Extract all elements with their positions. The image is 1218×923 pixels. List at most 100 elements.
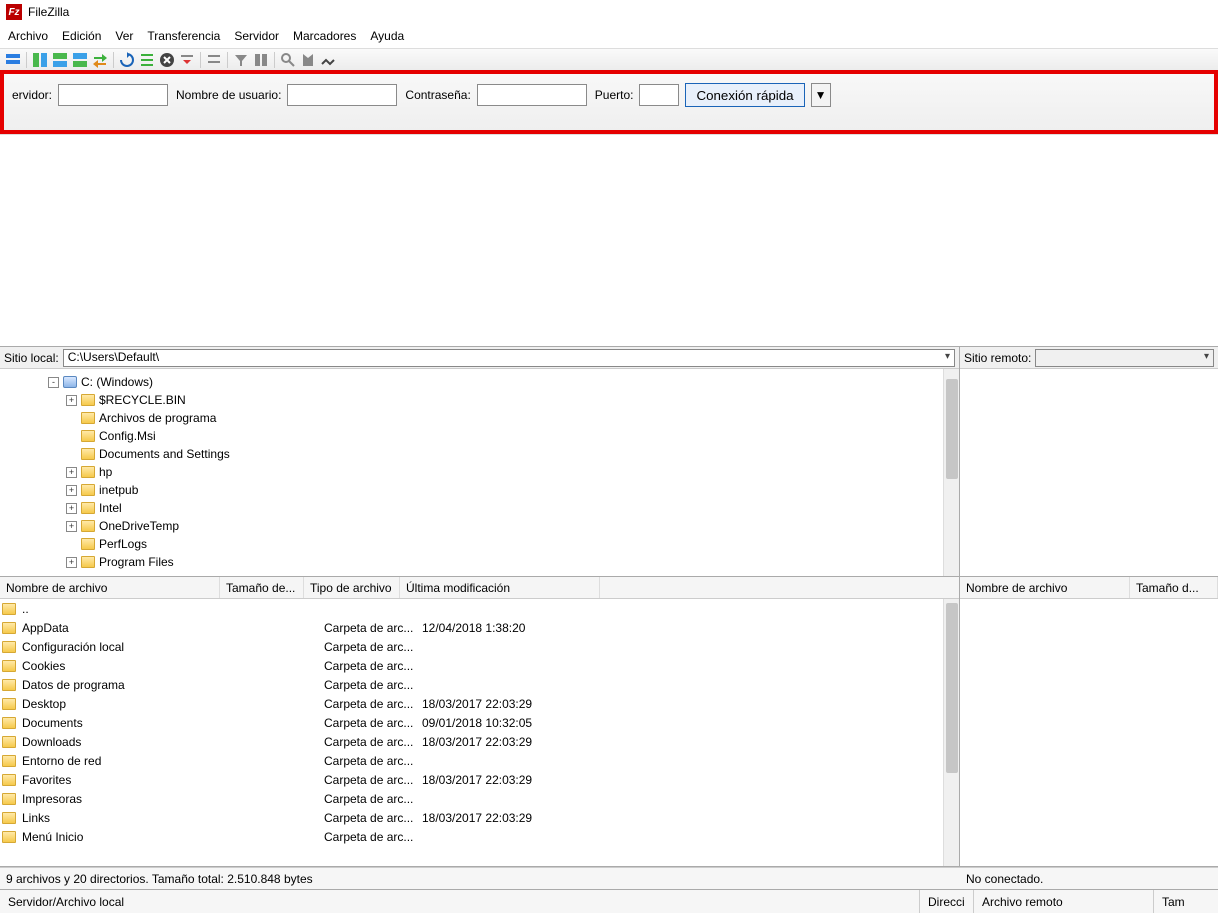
tree-node[interactable]: Config.Msi [10,427,959,445]
file-name: Documents [22,716,236,730]
footer-remote-file[interactable]: Archivo remoto [974,890,1154,913]
tree-toggle-icon[interactable]: + [66,467,77,478]
file-row[interactable]: CookiesCarpeta de arc... [0,656,959,675]
col-filetype[interactable]: Tipo de archivo [304,577,400,598]
compare-icon[interactable] [252,51,270,69]
cancel-icon[interactable] [158,51,176,69]
folder-icon [81,394,95,406]
footer-size[interactable]: Tam [1154,890,1218,913]
menu-edicion[interactable]: Edición [62,29,101,43]
tree-node[interactable]: +Program Files [10,553,959,571]
file-row[interactable]: Configuración localCarpeta de arc... [0,637,959,656]
sync-arrows-icon[interactable] [91,51,109,69]
file-name: Configuración local [22,640,236,654]
file-row[interactable]: .. [0,599,959,618]
file-row[interactable]: ImpresorasCarpeta de arc... [0,789,959,808]
file-row[interactable]: DesktopCarpeta de arc...18/03/2017 22:03… [0,694,959,713]
folder-icon [2,679,16,691]
remote-tree[interactable] [960,369,1218,576]
password-input[interactable] [477,84,587,106]
file-row[interactable]: Datos de programaCarpeta de arc... [0,675,959,694]
folder-icon [81,520,95,532]
folder-icon [81,538,95,550]
refresh-icon[interactable] [118,51,136,69]
local-tree[interactable]: -C: (Windows) + $RECYCLE.BIN Archivos de pr… [0,369,959,576]
tree-node[interactable]: +hp [10,463,959,481]
tree-node[interactable]: PerfLogs [10,535,959,553]
file-row[interactable]: DocumentsCarpeta de arc...09/01/2018 10:… [0,713,959,732]
toolbar-separator [26,52,27,68]
tree-toggle-icon[interactable]: + [66,485,77,496]
remote-path-combo[interactable] [1035,349,1214,367]
tree-node[interactable]: Documents and Settings [10,445,959,463]
app-logo-icon: Fz [6,4,22,20]
tree-node[interactable]: +Intel [10,499,959,517]
file-modified: 18/03/2017 22:03:29 [422,735,622,749]
tree-node[interactable]: +OneDriveTemp [10,517,959,535]
tree-toggle-icon[interactable]: + [66,557,77,568]
search-icon[interactable] [279,51,297,69]
col-remote-filesize[interactable]: Tamaño d... [1130,577,1218,598]
bookmark-icon[interactable] [299,51,317,69]
port-input[interactable] [639,84,679,106]
toggle-tree-icon[interactable] [51,51,69,69]
file-name: Desktop [22,697,236,711]
file-row[interactable]: Entorno de redCarpeta de arc... [0,751,959,770]
toolbar-separator [274,52,275,68]
tree-toggle-icon[interactable]: - [48,377,59,388]
disconnect-icon[interactable] [178,51,196,69]
file-row[interactable]: AppDataCarpeta de arc...12/04/2018 1:38:… [0,618,959,637]
folder-icon [2,622,16,634]
file-row[interactable]: DownloadsCarpeta de arc...18/03/2017 22:… [0,732,959,751]
menu-transferencia[interactable]: Transferencia [147,29,220,43]
toggle-queue-icon[interactable] [71,51,89,69]
menu-ayuda[interactable]: Ayuda [370,29,404,43]
tree-toggle-icon[interactable]: + [66,503,77,514]
file-row[interactable]: FavoritesCarpeta de arc...18/03/2017 22:… [0,770,959,789]
file-type: Carpeta de arc... [324,697,420,711]
local-list-scrollbar[interactable] [943,599,959,866]
quickconnect-dropdown[interactable]: ▼ [811,83,831,107]
site-manager-icon[interactable] [4,51,22,69]
local-tree-scrollbar[interactable] [943,369,959,576]
host-input[interactable] [58,84,168,106]
tree-label: $RECYCLE.BIN [99,393,186,407]
remote-file-rows[interactable] [960,599,1218,866]
col-remote-filename[interactable]: Nombre de archivo [960,577,1130,598]
tree-connector [66,431,77,442]
tree-node[interactable]: Archivos de programa [10,409,959,427]
footer-direction[interactable]: Direcci [920,890,974,913]
col-filename[interactable]: Nombre de archivo [0,577,220,598]
folder-icon [2,641,16,653]
filter-icon[interactable] [232,51,250,69]
menu-marcadores[interactable]: Marcadores [293,29,356,43]
file-type: Carpeta de arc... [324,735,420,749]
process-queue-icon[interactable] [138,51,156,69]
tree-node[interactable]: -C: (Windows) [10,373,959,391]
username-input[interactable] [287,84,397,106]
tree-toggle-icon[interactable]: + [66,521,77,532]
reconnect-icon[interactable] [205,51,223,69]
file-row[interactable]: LinksCarpeta de arc...18/03/2017 22:03:2… [0,808,959,827]
col-filesize[interactable]: Tamaño de... [220,577,304,598]
file-row[interactable]: Menú InicioCarpeta de arc... [0,827,959,846]
remote-site-label: Sitio remoto: [964,351,1031,365]
folder-icon [2,812,16,824]
tree-toggle-icon[interactable]: + [66,395,77,406]
col-modified[interactable]: Última modificación [400,577,600,598]
local-path-combo[interactable]: C:\Users\Default\ [63,349,955,367]
remote-file-list: Nombre de archivo Tamaño d... [960,577,1218,866]
toolbar-separator [200,52,201,68]
folder-icon [2,736,16,748]
menu-servidor[interactable]: Servidor [234,29,279,43]
menu-ver[interactable]: Ver [115,29,133,43]
footer-server-file[interactable]: Servidor/Archivo local [0,890,920,913]
tree-node[interactable]: +inetpub [10,481,959,499]
toggle-log-icon[interactable] [31,51,49,69]
local-file-rows[interactable]: ..AppDataCarpeta de arc...12/04/2018 1:3… [0,599,959,866]
settings-icon[interactable] [319,51,337,69]
remote-tree-pane: Sitio remoto: [960,347,1218,576]
quickconnect-button[interactable]: Conexión rápida [685,83,804,107]
menu-archivo[interactable]: Archivo [8,29,48,43]
tree-node[interactable]: + $RECYCLE.BIN [10,391,959,409]
